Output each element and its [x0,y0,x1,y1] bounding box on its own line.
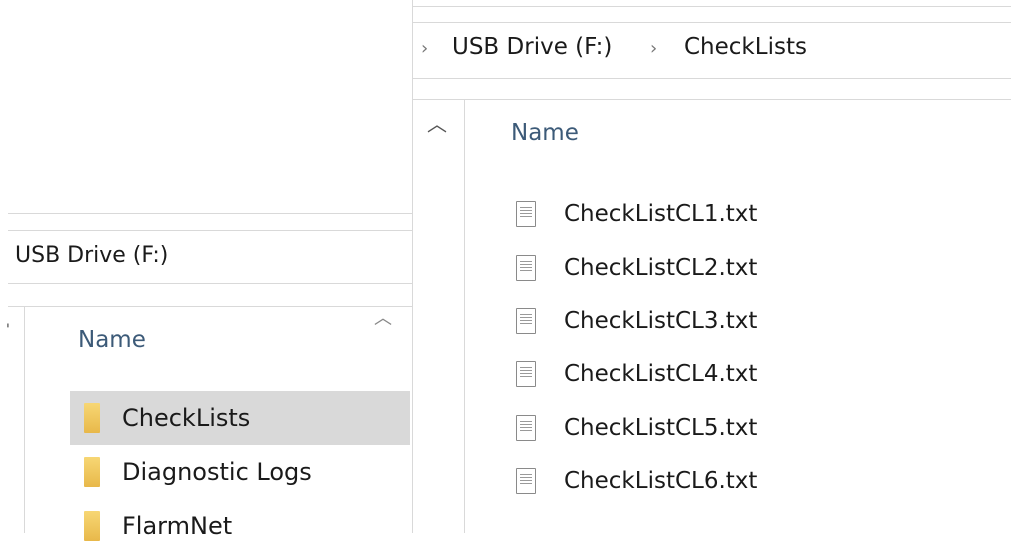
right-column-header-name[interactable]: Name [511,120,579,146]
text-file-icon [516,201,536,227]
breadcrumb-usb-drive[interactable]: USB Drive (F:) [452,34,612,60]
file-item-checklistcl1[interactable]: CheckListCL1.txt [516,193,757,235]
file-item-checklistcl5[interactable]: CheckListCL5.txt [516,407,757,449]
file-item-checklistcl3[interactable]: CheckListCL3.txt [516,300,757,342]
file-label: CheckListCL3.txt [564,308,758,334]
right-divider-address-top [412,22,1011,23]
folder-icon [84,403,100,433]
file-label: CheckListCL4.txt [564,361,758,387]
folder-icon [84,511,100,541]
chevron-up-icon[interactable]: ︿ [427,108,447,137]
file-label: CheckListCL6.txt [564,468,758,494]
left-divider-header [8,306,412,307]
chevron-up-icon[interactable]: ︿ [374,304,392,330]
folder-item-flarmnet[interactable]: FlarmNet [70,499,410,553]
file-item-checklistcl4[interactable]: CheckListCL4.txt [516,353,757,395]
file-item-checklistcl6[interactable]: CheckListCL6.txt [516,460,757,502]
file-label: CheckListCL2.txt [564,255,758,281]
text-file-icon [516,255,536,281]
right-pane-separator [464,99,465,533]
folder-label: CheckLists [122,404,251,432]
right-panel-left-border [412,0,413,533]
text-file-icon [516,415,536,441]
left-divider-top [8,213,412,214]
right-divider-top [412,6,1011,7]
folder-label: Diagnostic Logs [122,458,312,486]
left-column-header-name[interactable]: Name [78,327,146,353]
right-divider-header [412,99,1011,100]
file-label: CheckListCL5.txt [564,415,758,441]
right-divider-address-bottom [412,78,1011,79]
left-pane-separator [24,306,25,533]
text-file-icon [516,468,536,494]
breadcrumb-chevron-icon[interactable]: › [421,38,428,59]
text-file-icon [516,361,536,387]
left-divider-address-bottom [8,283,412,284]
folder-label: FlarmNet [122,512,233,540]
folder-item-checklists[interactable]: CheckLists [70,391,410,445]
left-divider-address-top [8,230,412,231]
folder-icon [84,457,100,487]
text-file-icon [516,308,536,334]
left-nav-marker-icon: ' [6,322,10,338]
file-label: CheckListCL1.txt [564,201,758,227]
breadcrumb-checklists[interactable]: CheckLists [684,34,807,60]
file-item-checklistcl2[interactable]: CheckListCL2.txt [516,247,757,289]
left-breadcrumb-usb-drive[interactable]: USB Drive (F:) [15,243,168,268]
breadcrumb-separator-icon[interactable]: › [650,38,657,59]
folder-item-diagnostic-logs[interactable]: Diagnostic Logs [70,445,410,499]
